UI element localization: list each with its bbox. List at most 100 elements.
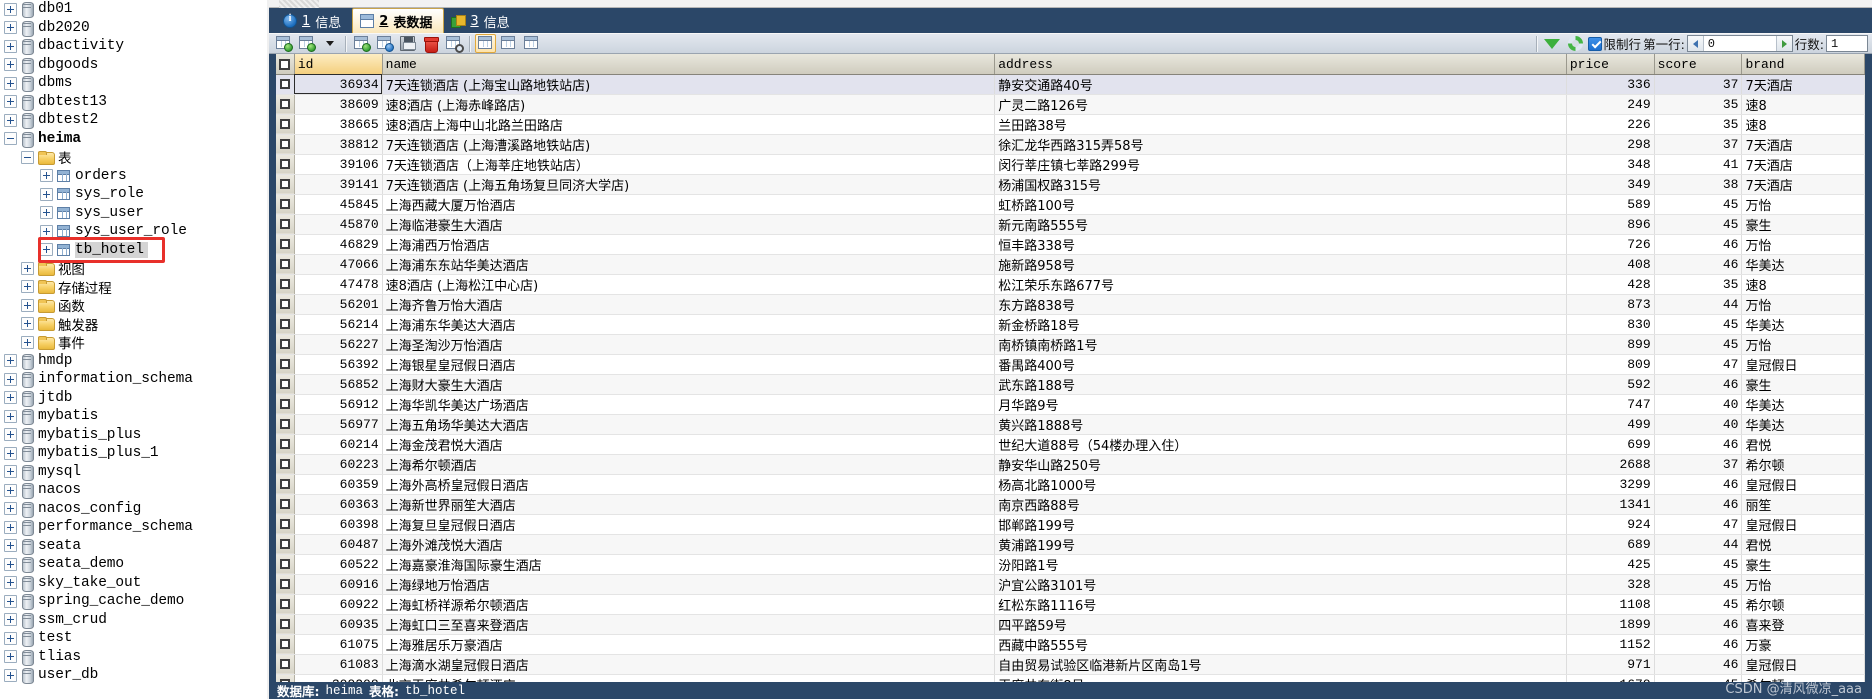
cell-brand[interactable]: 7天酒店 [1741,174,1865,195]
tree-item-db2020[interactable]: db2020 [2,19,269,38]
row-select-checkbox[interactable] [276,394,295,415]
delete-button[interactable] [420,34,441,53]
cell-address[interactable]: 广灵二路126号 [994,94,1567,115]
tree-item-heima[interactable]: heima [2,130,269,149]
cell-score[interactable]: 47 [1654,514,1743,535]
cell-price[interactable]: 226 [1566,114,1655,135]
cell-name[interactable]: 上海希尔顿酒店 [382,454,996,475]
cell-address[interactable]: 东方路838号 [994,294,1567,315]
add-record-button[interactable] [351,34,372,53]
table-row[interactable]: 38665 速8酒店上海中山北路兰田路店 兰田路38号 226 35 速8 [276,114,1865,135]
cell-id[interactable]: 38665 [294,114,383,135]
table-row[interactable]: 47478 速8酒店 (上海松江中心店) 松江荣乐东路677号 428 35 速8 [276,274,1865,295]
cell-name[interactable]: 上海财大豪生大酒店 [382,374,996,395]
cell-address[interactable]: 自由贸易试验区临港新片区南岛1号 [994,654,1567,675]
expand-icon[interactable] [4,668,17,682]
column-header-name[interactable]: name [382,54,996,75]
table-row[interactable]: 60916 上海绿地万怡酒店 沪宜公路3101号 328 45 万怡 [276,574,1865,595]
cell-name[interactable]: 速8酒店上海中山北路兰田路店 [382,114,996,135]
tree-item-test[interactable]: test [2,629,269,648]
tab-3[interactable]: 3 信息 [444,9,520,33]
expand-icon[interactable] [4,39,17,53]
table-row[interactable]: 60359 上海外高桥皇冠假日酒店 杨高北路1000号 3299 46 皇冠假日 [276,474,1865,495]
expand-icon[interactable] [21,317,34,331]
row-select-checkbox[interactable] [276,414,295,435]
cell-address[interactable]: 恒丰路338号 [994,234,1567,255]
cell-id[interactable]: 60935 [294,614,383,635]
cell-id[interactable]: 60922 [294,594,383,615]
cell-score[interactable]: 46 [1654,254,1743,275]
cell-score[interactable]: 46 [1654,614,1743,635]
expand-icon[interactable] [4,95,17,109]
cell-score[interactable]: 44 [1654,294,1743,315]
row-select-checkbox[interactable] [276,574,295,595]
tree-item-tlias[interactable]: tlias [2,648,269,667]
cell-name[interactable]: 7天连锁酒店 (上海宝山路地铁站店) [382,74,996,95]
cell-name[interactable]: 上海外滩茂悦大酒店 [382,534,996,555]
tree-item-dbms[interactable]: dbms [2,74,269,93]
cell-price[interactable]: 726 [1566,234,1655,255]
row-select-checkbox[interactable] [276,194,295,215]
first-row-next-button[interactable] [1775,36,1792,52]
cell-address[interactable]: 松江荣乐东路677号 [994,274,1567,295]
cell-address[interactable]: 红松东路1116号 [994,594,1567,615]
cell-price[interactable]: 328 [1566,574,1655,595]
limit-rows-checkbox[interactable] [1587,36,1602,51]
table-row[interactable]: 309208北京王府井希尔顿酒店王府井东街8号167945希尔顿 [276,674,1865,682]
cell-price[interactable]: 336 [1566,74,1655,95]
expand-icon[interactable] [21,280,34,294]
cell-name[interactable]: 上海圣淘沙万怡酒店 [382,334,996,355]
expand-icon[interactable] [40,206,53,220]
column-header-score[interactable]: score [1654,54,1743,75]
cell-name[interactable]: 上海新世界丽笙大酒店 [382,494,996,515]
expand-icon[interactable] [21,261,34,275]
cell-name[interactable]: 上海浦西万怡酒店 [382,234,996,255]
column-header-id[interactable]: id [294,54,383,75]
duplicate-row-button[interactable] [296,34,317,53]
cell-brand[interactable]: 豪生 [1741,554,1865,575]
cell-score[interactable]: 45 [1654,334,1743,355]
expand-icon[interactable] [4,113,17,127]
tree-item-表[interactable]: 表 [2,148,269,167]
cell-address[interactable]: 闵行莘庄镇七莘路299号 [994,154,1567,175]
table-row[interactable]: 61083 上海滴水湖皇冠假日酒店 自由贸易试验区临港新片区南岛1号 971 46 皇冠假… [276,654,1865,675]
cell-price[interactable]: 298 [1566,134,1655,155]
expand-icon[interactable] [4,372,17,386]
tree-item-触发器[interactable]: 触发器 [2,315,269,334]
expand-icon[interactable] [4,539,17,553]
cell-score[interactable]: 46 [1654,494,1743,515]
row-select-checkbox[interactable] [276,654,295,675]
table-row[interactable]: 45870 上海临港豪生大酒店 新元南路555号 896 45 豪生 [276,214,1865,235]
cell-price[interactable]: 899 [1566,334,1655,355]
cell-name[interactable]: 上海西藏大厦万怡酒店 [382,194,996,215]
table-row[interactable]: 45845 上海西藏大厦万怡酒店 虹桥路100号 589 45 万怡 [276,194,1865,215]
row-select-checkbox[interactable] [276,274,295,295]
cell-address[interactable]: 黄浦路199号 [994,534,1567,555]
cell-name[interactable]: 速8酒店 (上海赤峰路店) [382,94,996,115]
cell-address[interactable]: 王府井东街8号 [994,674,1567,682]
row-select-checkbox[interactable] [276,454,295,475]
cell-name[interactable]: 上海虹桥祥源希尔顿酒店 [382,594,996,615]
tree-item-orders[interactable]: orders [2,167,269,186]
cell-price[interactable]: 699 [1566,434,1655,455]
cell-name[interactable]: 7天连锁酒店 (上海漕溪路地铁站店) [382,134,996,155]
row-select-checkbox[interactable] [276,674,295,682]
row-select-checkbox[interactable] [276,294,295,315]
cell-brand[interactable]: 万怡 [1741,234,1865,255]
row-select-checkbox[interactable] [276,74,295,95]
cell-price[interactable]: 428 [1566,274,1655,295]
cell-score[interactable]: 46 [1654,634,1743,655]
grid-view-button[interactable] [475,34,496,54]
expand-icon[interactable] [40,224,53,238]
expand-icon[interactable] [4,391,17,405]
table-data-grid[interactable]: id name address price score brand 36934 7… [276,54,1865,682]
table-row[interactable]: 60398 上海复旦皇冠假日酒店 邯郸路199号 924 47 皇冠假日 [276,514,1865,535]
table-row[interactable]: 60522 上海嘉豪淮海国际豪生酒店 汾阳路1号 425 45 豪生 [276,554,1865,575]
row-select-checkbox[interactable] [276,634,295,655]
cell-id[interactable]: 39141 [294,174,383,195]
column-header-brand[interactable]: brand [1741,54,1865,75]
row-select-checkbox[interactable] [276,174,295,195]
cell-brand[interactable]: 希尔顿 [1741,454,1865,475]
cell-brand[interactable]: 7天酒店 [1741,134,1865,155]
cell-brand[interactable]: 万怡 [1741,294,1865,315]
